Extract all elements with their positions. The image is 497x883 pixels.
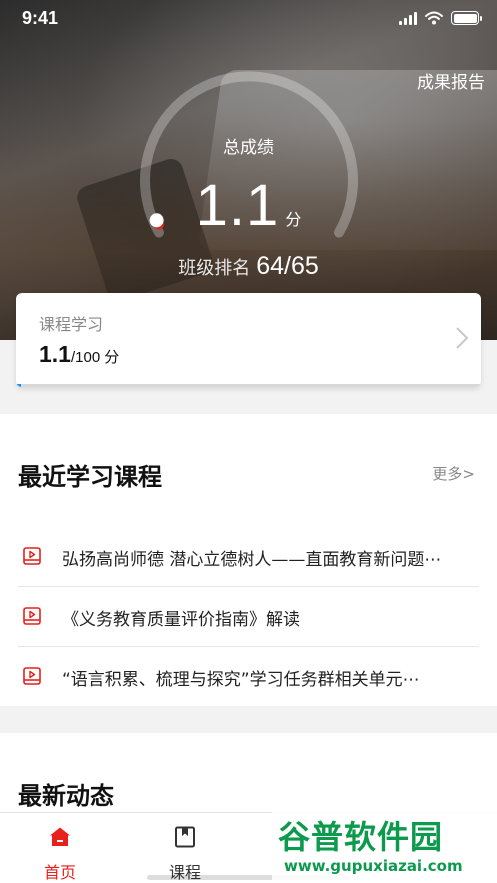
- course-study-title: 课程学习: [39, 315, 104, 334]
- list-item[interactable]: 弘扬高尚师德 潜心立德树人——直面教育新问题⋯: [0, 526, 497, 586]
- list-item[interactable]: 《义务教育质量评价指南》解读: [0, 586, 497, 646]
- status-bar: 9:41: [0, 0, 497, 40]
- course-study-score-unit: 分: [104, 349, 120, 366]
- watermark: 谷普软件园 www.gupuxiazai.com: [272, 802, 497, 883]
- course-study-progress-fill: [16, 384, 22, 387]
- course-study-card[interactable]: 课程学习 1.1/100 分: [16, 293, 481, 387]
- status-time: 9:41: [22, 8, 59, 28]
- watermark-url: www.gupuxiazai.com: [284, 857, 463, 875]
- chevron-right-icon: [456, 327, 469, 349]
- class-rank-value: 64/65: [256, 252, 319, 280]
- video-course-icon: [23, 607, 41, 625]
- tab-home-label: 首页: [43, 863, 76, 882]
- class-rank: 班级排名 64/65: [0, 252, 497, 281]
- more-link[interactable]: 更多>: [432, 463, 475, 484]
- latest-news-section: 最新动态: [0, 733, 497, 813]
- latest-news-title: 最新动态: [18, 782, 114, 810]
- watermark-logo: 谷普软件园: [278, 818, 444, 856]
- recent-courses-section: 最近学习课程 更多> 弘扬高尚师德 潜心立德树人——直面教育新问题⋯ 《义务教育…: [0, 414, 497, 706]
- score-gauge: [140, 71, 358, 238]
- battery-icon: [451, 11, 482, 25]
- total-score-label: 总成绩: [223, 138, 274, 158]
- tab-home[interactable]: 首页: [0, 813, 120, 883]
- home-icon: [50, 827, 70, 846]
- course-study-score-value: 1.1: [39, 341, 71, 367]
- list-item[interactable]: “语言积累、梳理与探究”学习任务群相关单元⋯: [0, 646, 497, 706]
- cellular-signal-icon: [399, 11, 417, 25]
- course-title: “语言积累、梳理与探究”学习任务群相关单元⋯: [62, 670, 420, 690]
- class-rank-label: 班级排名: [178, 258, 251, 279]
- total-score-value: 1.1: [195, 173, 280, 238]
- course-study-score: 1.1/100 分: [39, 341, 119, 368]
- book-icon: [175, 826, 195, 848]
- course-study-progress: [16, 384, 481, 387]
- course-title: 弘扬高尚师德 潜心立德树人——直面教育新问题⋯: [62, 550, 442, 570]
- recent-course-list: 弘扬高尚师德 潜心立德树人——直面教育新问题⋯ 《义务教育质量评价指南》解读 “…: [0, 526, 497, 706]
- wifi-icon: [425, 11, 443, 25]
- video-course-icon: [23, 547, 41, 565]
- status-icons: [399, 11, 482, 25]
- course-title: 《义务教育质量评价指南》解读: [62, 610, 300, 630]
- video-course-icon: [23, 667, 41, 685]
- course-study-score-max: /100: [70, 349, 101, 366]
- achievement-report-link[interactable]: 成果报告: [417, 68, 485, 93]
- total-score: 1.1 分: [0, 172, 497, 239]
- total-score-unit: 分: [285, 210, 302, 229]
- recent-courses-title: 最近学习课程: [18, 463, 162, 491]
- tab-courses[interactable]: 课程: [125, 813, 245, 883]
